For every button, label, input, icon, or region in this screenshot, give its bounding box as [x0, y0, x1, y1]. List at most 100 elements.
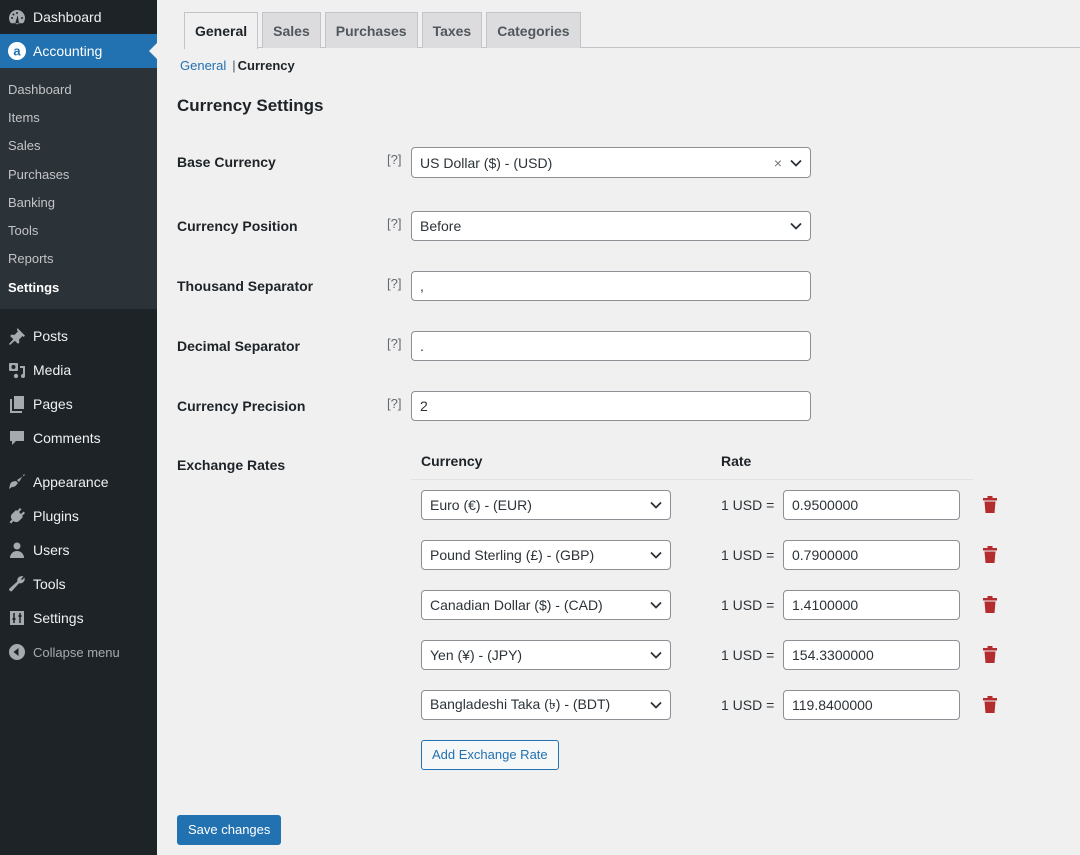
currency-position-row: Currency Position [?] Before [177, 211, 817, 243]
submenu-sales[interactable]: Sales [0, 132, 157, 160]
menu-label: Pages [33, 396, 73, 413]
tab-general[interactable]: General [184, 12, 259, 49]
menu-label: Media [33, 362, 72, 379]
menu-comments[interactable]: Comments [0, 421, 157, 455]
exchange-rate-row: Canadian Dollar ($) - (CAD) 1 USD = [421, 590, 1021, 620]
menu-users[interactable]: Users [0, 533, 157, 567]
submenu-purchases[interactable]: Purchases [0, 160, 157, 188]
thousand-separator-row: Thousand Separator [?] [177, 271, 817, 303]
decimal-separator-label: Decimal Separator [177, 338, 300, 354]
menu-pages[interactable]: Pages [0, 387, 157, 421]
decimal-separator-row: Decimal Separator [?] [177, 331, 817, 363]
chevron-down-icon [790, 222, 802, 230]
submenu-items[interactable]: Items [0, 103, 157, 131]
media-icon [0, 360, 33, 380]
subnav-current: Currency [237, 58, 295, 73]
currency-position-value: Before [420, 218, 462, 234]
submenu-tools[interactable]: Tools [0, 216, 157, 244]
submenu-banking[interactable]: Banking [0, 188, 157, 216]
rate-prefix: 1 USD = [721, 597, 775, 613]
submenu-reports[interactable]: Reports [0, 245, 157, 273]
exchange-currency-select[interactable]: Bangladeshi Taka (৳) - (BDT) [421, 690, 671, 720]
help-tooltip[interactable]: [?] [387, 271, 401, 297]
menu-label: Comments [33, 430, 101, 447]
tab-sales[interactable]: Sales [262, 12, 321, 48]
chevron-down-icon [790, 159, 802, 167]
plugin-icon [0, 506, 33, 526]
menu-tools[interactable]: Tools [0, 567, 157, 601]
exchange-rate-row: Bangladeshi Taka (৳) - (BDT) 1 USD = [421, 690, 1021, 720]
menu-label: Settings [33, 610, 84, 627]
exchange-rate-input[interactable] [783, 640, 960, 670]
settings-tabs: General Sales Purchases Taxes Categories [184, 12, 1080, 49]
menu-plugins[interactable]: Plugins [0, 499, 157, 533]
rate-prefix: 1 USD = [721, 697, 775, 713]
thousand-separator-input[interactable] [411, 271, 811, 301]
exchange-rate-input[interactable] [783, 490, 960, 520]
currency-precision-input[interactable] [411, 391, 811, 421]
exchange-rate-input[interactable] [783, 690, 960, 720]
exchange-rate-row: Euro (€) - (EUR) 1 USD = [421, 490, 1021, 520]
base-currency-label: Base Currency [177, 154, 276, 170]
clear-icon[interactable]: × [774, 149, 782, 177]
base-currency-row: Base Currency [?] US Dollar ($) - (USD) … [177, 147, 817, 179]
delete-trash-icon[interactable] [983, 496, 997, 516]
exchange-currency-select[interactable]: Canadian Dollar ($) - (CAD) [421, 590, 671, 620]
submenu-dashboard[interactable]: Dashboard [0, 75, 157, 103]
pages-icon [0, 394, 33, 414]
help-tooltip[interactable]: [?] [387, 147, 401, 173]
menu-appearance[interactable]: Appearance [0, 465, 157, 499]
delete-trash-icon[interactable] [983, 596, 997, 616]
thousand-separator-label: Thousand Separator [177, 278, 314, 294]
delete-trash-icon[interactable] [983, 546, 997, 566]
subnav-general-link[interactable]: General [180, 58, 226, 73]
accounting-logo-icon: a [0, 41, 33, 61]
tab-purchases[interactable]: Purchases [324, 12, 418, 48]
subnav-separator: | [232, 58, 236, 73]
delete-trash-icon[interactable] [983, 646, 997, 666]
rate-prefix: 1 USD = [721, 497, 775, 513]
decimal-separator-input[interactable] [411, 331, 811, 361]
rate-prefix: 1 USD = [721, 547, 775, 563]
exchange-currency-value: Yen (¥) - (JPY) [430, 647, 523, 663]
help-tooltip[interactable]: [?] [387, 211, 401, 237]
exchange-currency-value: Canadian Dollar ($) - (CAD) [430, 597, 603, 613]
menu-label: Posts [33, 328, 69, 345]
chevron-down-icon [650, 501, 662, 509]
menu-separator [0, 309, 157, 319]
menu-label: Appearance [33, 474, 109, 491]
base-currency-select[interactable]: US Dollar ($) - (USD) × [411, 147, 811, 178]
help-tooltip[interactable]: [?] [387, 331, 401, 357]
tab-taxes[interactable]: Taxes [421, 12, 483, 48]
save-changes-button[interactable]: Save changes [177, 815, 282, 845]
svg-text:a: a [13, 44, 21, 59]
collapse-menu-button[interactable]: Collapse menu [0, 635, 157, 669]
menu-media[interactable]: Media [0, 353, 157, 387]
currency-position-label: Currency Position [177, 218, 298, 234]
page-title: Currency Settings [177, 96, 324, 115]
exchange-currency-select[interactable]: Yen (¥) - (JPY) [421, 640, 671, 670]
wrench-icon [0, 574, 33, 594]
menu-accounting[interactable]: a Accounting [0, 34, 157, 68]
exchange-rate-input[interactable] [783, 590, 960, 620]
tab-categories[interactable]: Categories [486, 12, 581, 48]
delete-trash-icon[interactable] [983, 696, 997, 716]
menu-settings[interactable]: Settings [0, 601, 157, 635]
main-content: General Sales Purchases Taxes Categories… [157, 0, 1080, 855]
settings-sliders-icon [0, 608, 33, 628]
add-exchange-rate-button[interactable]: Add Exchange Rate [421, 740, 559, 770]
menu-label: Plugins [33, 508, 79, 525]
submenu-settings[interactable]: Settings [0, 273, 157, 301]
help-tooltip[interactable]: [?] [387, 391, 401, 417]
currency-position-select[interactable]: Before [411, 211, 811, 241]
admin-sidebar: Dashboard a Accounting Dashboard Items S… [0, 0, 157, 855]
pushpin-icon [0, 326, 33, 346]
column-header-currency: Currency [421, 453, 483, 469]
exchange-currency-select[interactable]: Euro (€) - (EUR) [421, 490, 671, 520]
menu-posts[interactable]: Posts [0, 319, 157, 353]
exchange-currency-select[interactable]: Pound Sterling (£) - (GBP) [421, 540, 671, 570]
exchange-rate-input[interactable] [783, 540, 960, 570]
chevron-down-icon [650, 601, 662, 609]
paintbrush-icon [0, 472, 33, 492]
menu-dashboard[interactable]: Dashboard [0, 0, 157, 34]
